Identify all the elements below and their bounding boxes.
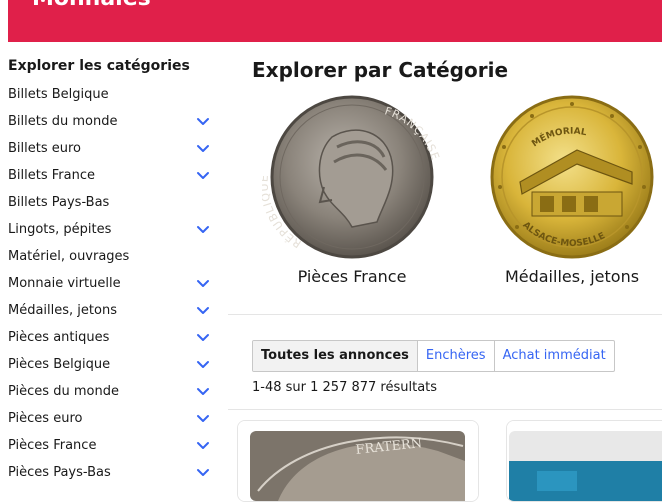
sidebar-item-label: Médailles, jetons	[8, 303, 117, 318]
chevron-down-icon[interactable]	[196, 468, 210, 478]
chevron-down-icon[interactable]	[196, 333, 210, 343]
sidebar-item-billets-pays-bas[interactable]: Billets Pays-Bas	[0, 193, 222, 220]
sidebar-item-label: Billets Pays-Bas	[8, 195, 110, 210]
listing-card[interactable]: FRATERN	[237, 420, 479, 502]
sidebar-item-label: Pièces Pays-Bas	[8, 465, 111, 480]
sidebar-item-pieces-du-monde[interactable]: Pièces du monde	[0, 382, 222, 409]
tab-toutes-les-annonces[interactable]: Toutes les annonces	[253, 341, 417, 371]
sidebar-item-billets-du-monde[interactable]: Billets du monde	[0, 112, 222, 139]
sidebar-item-label: Billets du monde	[8, 114, 118, 129]
section-divider	[228, 314, 662, 315]
sidebar-item-billets-belgique[interactable]: Billets Belgique	[0, 85, 222, 112]
banner-title: Monnaies	[32, 0, 151, 11]
sidebar-item-label: Billets France	[8, 168, 95, 183]
sidebar-item-monnaie-virtuelle[interactable]: Monnaie virtuelle	[0, 274, 222, 301]
chevron-down-icon[interactable]	[196, 360, 210, 370]
chevron-down-icon[interactable]	[196, 225, 210, 235]
sidebar-item-label: Billets Belgique	[8, 87, 109, 102]
chevron-down-icon[interactable]	[196, 117, 210, 127]
chevron-down-icon[interactable]	[196, 171, 210, 181]
category-card-medailles-jetons[interactable]: MÉMORIAL ALSACE-MOSELLE Médailles, jeton…	[482, 92, 662, 292]
section-divider	[228, 409, 662, 410]
sidebar-item-billets-france[interactable]: Billets France	[0, 166, 222, 193]
listing-card[interactable]	[506, 420, 662, 502]
category-label: Pièces France	[297, 267, 407, 286]
sidebar-item-pieces-euro[interactable]: Pièces euro	[0, 409, 222, 436]
main-title: Explorer par Catégorie	[252, 58, 509, 82]
listing-coin-image: FRATERN	[238, 421, 478, 501]
sidebar-heading: Explorer les catégories	[8, 58, 190, 74]
results-count: 1-48 sur 1 257 877 résultats	[252, 380, 438, 395]
sidebar-item-billets-euro[interactable]: Billets euro	[0, 139, 222, 166]
sidebar-item-label: Pièces Belgique	[8, 357, 111, 372]
sidebar-item-label: Pièces antiques	[8, 330, 110, 345]
sidebar-item-lingots-pepites[interactable]: Lingots, pépites	[0, 220, 222, 247]
sidebar-item-label: Matériel, ouvrages	[8, 249, 130, 264]
listing-format-tabs: Toutes les annonces Enchères Achat imméd…	[252, 340, 615, 372]
sidebar-item-medailles-jetons[interactable]: Médailles, jetons	[0, 301, 222, 328]
sidebar-item-label: Pièces France	[8, 438, 97, 453]
chevron-down-icon[interactable]	[196, 279, 210, 289]
sidebar-item-label: Billets euro	[8, 141, 82, 156]
sidebar-item-pieces-france[interactable]: Pièces France	[0, 436, 222, 463]
listing-item-image	[507, 421, 662, 501]
chevron-down-icon[interactable]	[196, 306, 210, 316]
chevron-down-icon[interactable]	[196, 414, 210, 424]
sidebar-item-pieces-pays-bas[interactable]: Pièces Pays-Bas	[0, 463, 222, 490]
sidebar-item-label: Pièces euro	[8, 411, 83, 426]
category-label: Médailles, jetons	[504, 267, 640, 286]
sidebar-item-materiel-ouvrages[interactable]: Matériel, ouvrages	[0, 247, 222, 274]
sidebar-item-label: Monnaie virtuelle	[8, 276, 121, 291]
chevron-down-icon[interactable]	[196, 387, 210, 397]
silver-coin-image: RÉPUBLIQUE FRANÇAISE	[262, 95, 441, 259]
chevron-down-icon[interactable]	[196, 441, 210, 451]
tab-achat-immediat[interactable]: Achat immédiat	[493, 341, 614, 371]
tab-encheres[interactable]: Enchères	[416, 341, 494, 371]
sidebar-item-pieces-antiques[interactable]: Pièces antiques	[0, 328, 222, 355]
category-banner: Monnaies	[8, 0, 662, 42]
chevron-down-icon[interactable]	[196, 144, 210, 154]
sidebar-item-label: Lingots, pépites	[8, 222, 112, 237]
sidebar-item-pieces-belgique[interactable]: Pièces Belgique	[0, 355, 222, 382]
gold-medal-image: MÉMORIAL ALSACE-MOSELLE	[490, 95, 654, 259]
sidebar-item-label: Pièces du monde	[8, 384, 119, 399]
category-card-pieces-france[interactable]: RÉPUBLIQUE FRANÇAISE Pièces France	[262, 92, 442, 292]
